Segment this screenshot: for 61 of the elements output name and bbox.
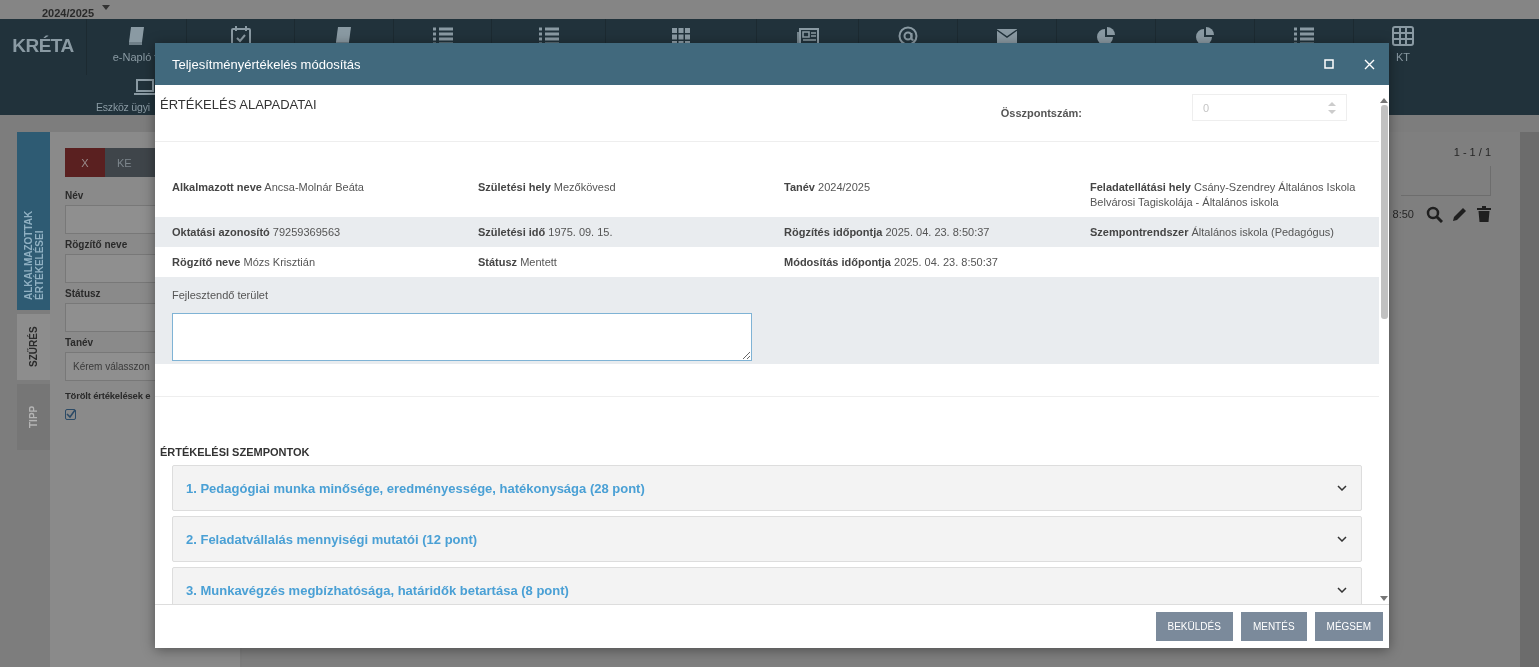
input-field[interactable]: Kérem válasszon (65, 352, 155, 381)
detail-text: Módosítás időpontja 2025. 04. 23. 8:50:37 (784, 256, 998, 268)
footer-button[interactable]: MÉGSEM (1314, 612, 1383, 641)
section-title: ÉRTÉKELÉS ALAPADATAI (160, 97, 318, 112)
pie-icon[interactable] (1194, 26, 1216, 46)
table-cell: 8:50 (1392, 208, 1414, 220)
search-button[interactable]: KE (105, 148, 155, 177)
section-title: ÉRTÉKELÉSI SZEMPONTOK (159, 446, 311, 458)
accordion-item[interactable]: 2. Feladatvállalás mennyiségi mutatói (12 pont) (172, 516, 1362, 562)
scroll-up-icon[interactable] (1380, 98, 1388, 103)
pencil-icon[interactable] (1452, 206, 1468, 222)
detail-text: Rögzítés időpontja 2025. 04. 23. 8:50:37 (784, 226, 990, 238)
sidebar-tab[interactable]: ALKALMAZOTTAK ÉRTÉKELÉSEI (17, 132, 50, 310)
footer-button[interactable]: BEKÜLDÉS (1155, 612, 1233, 641)
detail-text: Oktatási azonosító 79259369563 (172, 226, 341, 238)
field-label: Fejlesztendő terület (172, 289, 269, 301)
field-label: Név (65, 190, 84, 201)
close-icon[interactable] (1364, 58, 1375, 70)
maximize-icon[interactable] (1324, 59, 1334, 69)
caret-icon (102, 5, 110, 10)
chevron-icon (1337, 485, 1347, 491)
field-label: Státusz (65, 288, 101, 299)
footer-button[interactable]: MENTÉS (1240, 612, 1307, 641)
chevron-icon (1337, 536, 1347, 542)
pager-text: 1 - 1 / 1 (1453, 146, 1491, 158)
checkbox[interactable] (65, 409, 76, 420)
sidebar-tab[interactable]: SZŰRÉS (17, 314, 50, 380)
at-icon[interactable] (897, 26, 919, 46)
laptop-icon[interactable] (134, 79, 156, 95)
detail-text: Alkalmazott neve Ancsa-Molnár Beáta (172, 181, 364, 193)
school-year-selector[interactable]: 2024/2025 (42, 6, 94, 19)
field-label: Tanév (65, 337, 94, 348)
detail-text: Státusz Mentett (478, 256, 557, 268)
checkbox-label: Törölt értékelések e (65, 390, 151, 401)
input-field[interactable] (65, 205, 155, 234)
search-icon[interactable] (1426, 205, 1443, 223)
newspaper-icon[interactable] (796, 26, 819, 46)
pie-icon[interactable] (1095, 26, 1117, 46)
table-icon[interactable] (1392, 26, 1414, 46)
nav-label[interactable]: KT (1395, 51, 1411, 63)
nav-label[interactable]: Eszköz ügyi (96, 101, 150, 113)
field-label: Összpontszám: (1000, 107, 1082, 119)
logo[interactable]: KRÉTA (12, 35, 74, 57)
dialog-title: Teljesítményértékelés módosítás (172, 56, 362, 72)
detail-text: Szempontrendszer Általános iskola (Pedagógus) (1090, 226, 1334, 238)
field-label: Rögzítő neve (65, 239, 128, 250)
nav-label[interactable]: e-Napló (112, 51, 152, 63)
detail-text: Tanév 2024/2025 (784, 181, 871, 193)
detail-text: Feladatellátási hely Csány-Szendrey Általános Iskola Belvárosi Tagiskolája - Általános iskola (1090, 181, 1356, 208)
input-field[interactable] (65, 254, 155, 283)
input-field[interactable] (65, 303, 155, 332)
scrollbar-thumb[interactable] (1380, 105, 1388, 319)
detail-text: Rögzítő neve Mózs Krisztián (172, 256, 316, 268)
clear-button[interactable]: X (65, 148, 105, 177)
detail-text: Születési hely Mezőkövesd (478, 181, 616, 193)
scroll-down-icon[interactable] (1380, 596, 1388, 601)
detail-text: Születési idő 1975. 09. 15. (478, 226, 613, 238)
accordion-item[interactable]: 3. Munkavégzés megbízhatósága, határidők betartása (8 pont) (172, 567, 1362, 604)
trash-icon[interactable] (1477, 206, 1491, 222)
chevron-icon (1337, 587, 1347, 593)
accordion-item[interactable]: 1. Pedagógiai munka minősége, eredményessége, hatékonysága (28 pont) (172, 465, 1362, 511)
